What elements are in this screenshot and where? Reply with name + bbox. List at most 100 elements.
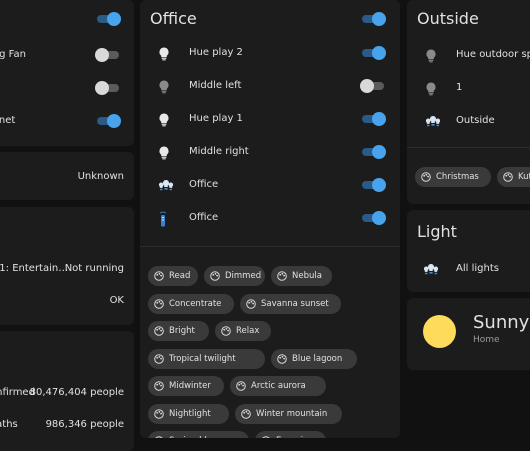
office-title: Office <box>150 9 197 28</box>
scene-name: a 1: Entertain… <box>0 263 68 274</box>
outside-light-name[interactable]: Outside <box>456 115 495 126</box>
office-light-name[interactable]: Office <box>189 212 218 223</box>
office-light-name[interactable]: Middle right <box>189 146 249 157</box>
scene-chip-label: Kutz <box>518 172 530 182</box>
scene-chip-label: Concentrate <box>169 299 221 309</box>
palette-icon <box>241 409 251 419</box>
palette-icon <box>154 299 164 309</box>
palette-icon <box>154 271 164 281</box>
scene-chip-blue-lagoon[interactable]: Blue lagoon <box>271 349 357 369</box>
switch-toggle-lights[interactable] <box>95 81 121 95</box>
outside-divider <box>407 147 530 148</box>
office-header-toggle[interactable] <box>360 12 386 26</box>
office-card: Office Hue play 2 Middle left Hue play 1 Mi… <box>140 0 400 438</box>
scene-chip-label: Savanna sunset <box>261 299 329 309</box>
palette-icon <box>154 436 164 438</box>
office-light-name[interactable]: Hue play 2 <box>189 47 243 58</box>
outside-title: Outside <box>417 9 479 28</box>
bulb-icon <box>158 46 170 65</box>
scene-chip-tropical-twilight[interactable]: Tropical twilight <box>148 349 265 369</box>
scene-chip-label: Tropical twilight <box>169 354 236 364</box>
palette-icon <box>154 381 164 391</box>
palette-icon <box>277 271 287 281</box>
scene-chip-arctic-aurora[interactable]: Arctic aurora <box>230 376 326 396</box>
scene-chip-label: Bright <box>169 326 195 336</box>
scene-chip-read[interactable]: Read <box>148 266 198 286</box>
scene-chip-label: Blue lagoon <box>292 354 342 364</box>
office-light-toggle[interactable] <box>360 46 386 60</box>
weather-condition: Sunny <box>473 312 529 333</box>
status-card: Unknown <box>0 152 134 200</box>
switch-toggle-fan[interactable] <box>95 48 121 62</box>
scene-chip-concentrate[interactable]: Concentrate <box>148 294 234 314</box>
office-light-toggle[interactable] <box>360 145 386 159</box>
bulb-icon <box>158 112 170 131</box>
scene-chip-label: Dimmed <box>225 271 261 281</box>
left-header-toggle[interactable] <box>95 12 121 26</box>
scene-chip-savanna-sunset[interactable]: Savanna sunset <box>240 294 341 314</box>
scene-chip-bright[interactable]: Bright <box>148 321 209 341</box>
stats-card: onfirmed 80,476,404 people eaths 986,346… <box>0 331 134 451</box>
scene-chip-label: Spring blossom <box>169 436 234 438</box>
office-light-name[interactable]: Middle left <box>189 80 241 91</box>
palette-icon <box>421 172 431 182</box>
bulb-off-icon <box>425 48 437 67</box>
switch-label-fan: ing Fan <box>0 49 26 60</box>
scene-chip-energize[interactable]: Energize <box>255 431 326 438</box>
remote-icon <box>158 211 168 231</box>
outside-card: Outside Hue outdoor spot 1 Outside Christm… <box>407 0 530 204</box>
outside-light-name[interactable]: Hue outdoor spot <box>456 49 530 60</box>
scene-chip-kutz[interactable]: Kutz <box>497 167 530 187</box>
outside-light-name[interactable]: 1 <box>456 82 462 93</box>
palette-icon <box>246 299 256 309</box>
light-group-icon <box>423 262 439 281</box>
palette-icon <box>154 354 164 364</box>
palette-icon <box>221 326 231 336</box>
scene-chip-dimmed[interactable]: Dimmed <box>204 266 265 286</box>
palette-icon <box>236 381 246 391</box>
left-switches-card: ing Fan ts oinet <box>0 0 134 146</box>
scene-chip-label: Arctic aurora <box>251 381 306 391</box>
scene-card: a 1: Entertain… Not running OK <box>0 207 134 325</box>
bulb-off-icon <box>425 81 437 100</box>
light-card: Light All lights <box>407 210 530 292</box>
scene-chip-spring-blossom[interactable]: Spring blossom <box>148 431 249 438</box>
scene-chip-midwinter[interactable]: Midwinter <box>148 376 224 396</box>
office-divider <box>140 246 400 247</box>
light-card-title: Light <box>417 222 457 241</box>
office-light-name[interactable]: Office <box>189 179 218 190</box>
scene-chip-winter-mountain[interactable]: Winter mountain <box>235 404 342 424</box>
palette-icon <box>503 172 513 182</box>
palette-icon <box>261 436 271 438</box>
office-light-name[interactable]: Hue play 1 <box>189 113 243 124</box>
office-light-toggle[interactable] <box>360 211 386 225</box>
stat-value-deaths: 986,346 people <box>46 419 124 430</box>
scene-state: Not running <box>65 263 124 274</box>
stat-label-deaths: eaths <box>0 419 18 430</box>
all-lights-label[interactable]: All lights <box>456 263 499 274</box>
scene-chip-nebula[interactable]: Nebula <box>271 266 332 286</box>
scene-chip-label: Read <box>169 271 190 281</box>
palette-icon <box>154 409 164 419</box>
scene-chip-nightlight[interactable]: Nightlight <box>148 404 229 424</box>
scene-chip-label: Nebula <box>292 271 322 281</box>
weather-location: Home <box>473 335 500 345</box>
sunny-icon <box>423 315 456 348</box>
stat-value-confirmed: 80,476,404 people <box>30 387 124 398</box>
light-group-icon <box>425 114 441 133</box>
office-light-toggle[interactable] <box>360 178 386 192</box>
bulb-off-icon <box>158 79 170 98</box>
scene-chip-label: Energize <box>276 436 313 438</box>
office-light-toggle[interactable] <box>360 79 386 93</box>
weather-card[interactable]: Sunny Home <box>407 298 530 370</box>
scene-chip-label: Nightlight <box>169 409 211 419</box>
scene-chip-label: Christmas <box>436 172 479 182</box>
scene-chip-label: Midwinter <box>169 381 211 391</box>
palette-icon <box>154 326 164 336</box>
scene-ok-button[interactable]: OK <box>110 295 124 306</box>
scene-chip-christmas[interactable]: Christmas <box>415 167 491 187</box>
scene-chip-relax[interactable]: Relax <box>215 321 271 341</box>
palette-icon <box>210 271 220 281</box>
office-light-toggle[interactable] <box>360 112 386 126</box>
switch-toggle-cabinet[interactable] <box>95 114 121 128</box>
